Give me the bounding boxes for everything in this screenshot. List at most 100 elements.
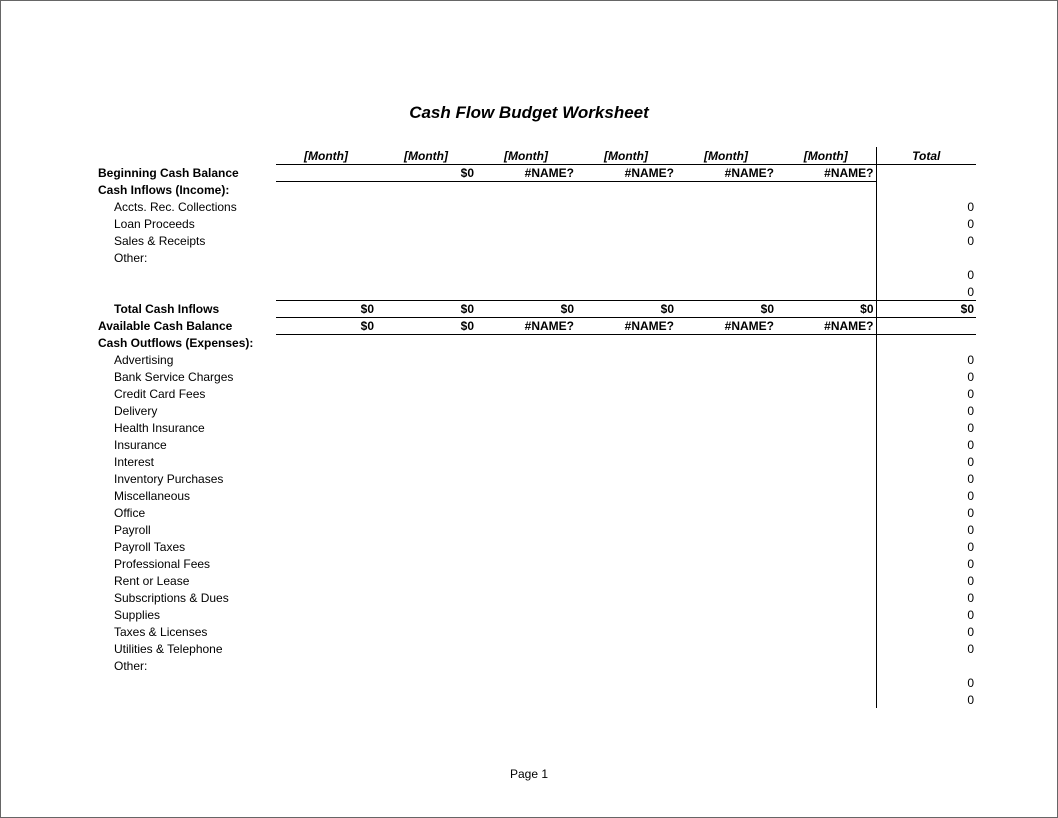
- cell: [576, 198, 676, 215]
- cell: [276, 640, 376, 657]
- cell: [576, 419, 676, 436]
- cell: [776, 623, 876, 640]
- cell: [576, 266, 676, 283]
- cell: [276, 198, 376, 215]
- cell: 0: [876, 538, 976, 555]
- cell: [376, 368, 476, 385]
- available-cash-balance-label: Available Cash Balance: [96, 317, 276, 334]
- cell: [276, 453, 376, 470]
- cell: [676, 436, 776, 453]
- cell: [276, 385, 376, 402]
- table-row: Payroll0: [96, 521, 976, 538]
- table-row: Delivery0: [96, 402, 976, 419]
- table-row: Credit Card Fees0: [96, 385, 976, 402]
- cell: [676, 487, 776, 504]
- cell: [676, 334, 776, 351]
- cell: [476, 198, 576, 215]
- cell: 0: [876, 623, 976, 640]
- cell: #NAME?: [476, 317, 576, 334]
- cell: [276, 334, 376, 351]
- cell: [276, 538, 376, 555]
- cell: [376, 589, 476, 606]
- cell: [776, 538, 876, 555]
- outflow-item: [96, 674, 276, 691]
- cell: [476, 181, 576, 198]
- cell: [476, 249, 576, 266]
- cell: [676, 351, 776, 368]
- cell: [776, 674, 876, 691]
- cell: [276, 402, 376, 419]
- cell: [376, 538, 476, 555]
- outflow-item: Miscellaneous: [96, 487, 276, 504]
- cell: [576, 232, 676, 249]
- cell: [376, 385, 476, 402]
- cell: [576, 181, 676, 198]
- table-row: 0: [96, 674, 976, 691]
- table-row: Payroll Taxes0: [96, 538, 976, 555]
- cell: 0: [876, 555, 976, 572]
- cell: [476, 589, 576, 606]
- cell: [676, 232, 776, 249]
- cell: [576, 691, 676, 708]
- table-row: Bank Service Charges0: [96, 368, 976, 385]
- inflow-item: Sales & Receipts: [96, 232, 276, 249]
- cell: 0: [876, 640, 976, 657]
- cell: [376, 504, 476, 521]
- cell: #NAME?: [676, 317, 776, 334]
- cell: [776, 181, 876, 198]
- table-row: Office0: [96, 504, 976, 521]
- cell: 0: [876, 351, 976, 368]
- outflow-item: Taxes & Licenses: [96, 623, 276, 640]
- cell: [776, 266, 876, 283]
- cell: [276, 606, 376, 623]
- table-row: Beginning Cash Balance$0#NAME?#NAME?#NAM…: [96, 164, 976, 181]
- cell: [676, 538, 776, 555]
- cell: [376, 470, 476, 487]
- cell: [676, 640, 776, 657]
- cell: #NAME?: [776, 164, 876, 181]
- table-row: 0: [96, 266, 976, 283]
- cell: [376, 453, 476, 470]
- cell: [476, 691, 576, 708]
- cell: [776, 215, 876, 232]
- cell: [776, 385, 876, 402]
- cell: [476, 657, 576, 674]
- cell: [276, 266, 376, 283]
- cell: [376, 555, 476, 572]
- cell: [776, 606, 876, 623]
- table-row: Taxes & Licenses 0: [96, 623, 976, 640]
- cell: [876, 249, 976, 266]
- cell: [776, 470, 876, 487]
- cell: [676, 470, 776, 487]
- cell: [376, 521, 476, 538]
- cell: [476, 368, 576, 385]
- cell: [376, 487, 476, 504]
- cell: [576, 589, 676, 606]
- cell: [676, 266, 776, 283]
- table-row: Interest0: [96, 453, 976, 470]
- cell: [676, 555, 776, 572]
- cell: #NAME?: [476, 164, 576, 181]
- outflow-item: Payroll: [96, 521, 276, 538]
- table-row: Sales & Receipts0: [96, 232, 976, 249]
- cell: [476, 606, 576, 623]
- cell: [776, 487, 876, 504]
- col-h6: Total: [876, 147, 976, 164]
- cell: [476, 351, 576, 368]
- table-row: Miscellaneous0: [96, 487, 976, 504]
- cell: [576, 334, 676, 351]
- cell: [476, 504, 576, 521]
- beginning-cash-balance-label: Beginning Cash Balance: [96, 164, 276, 181]
- cell: #NAME?: [676, 164, 776, 181]
- cell: [276, 572, 376, 589]
- cell: [376, 249, 476, 266]
- cell: [676, 198, 776, 215]
- cell: 0: [876, 402, 976, 419]
- cell: [776, 351, 876, 368]
- cell: [576, 351, 676, 368]
- cell: [476, 266, 576, 283]
- cell: [676, 402, 776, 419]
- cell: [276, 589, 376, 606]
- cell: [476, 623, 576, 640]
- table-row: Rent or Lease0: [96, 572, 976, 589]
